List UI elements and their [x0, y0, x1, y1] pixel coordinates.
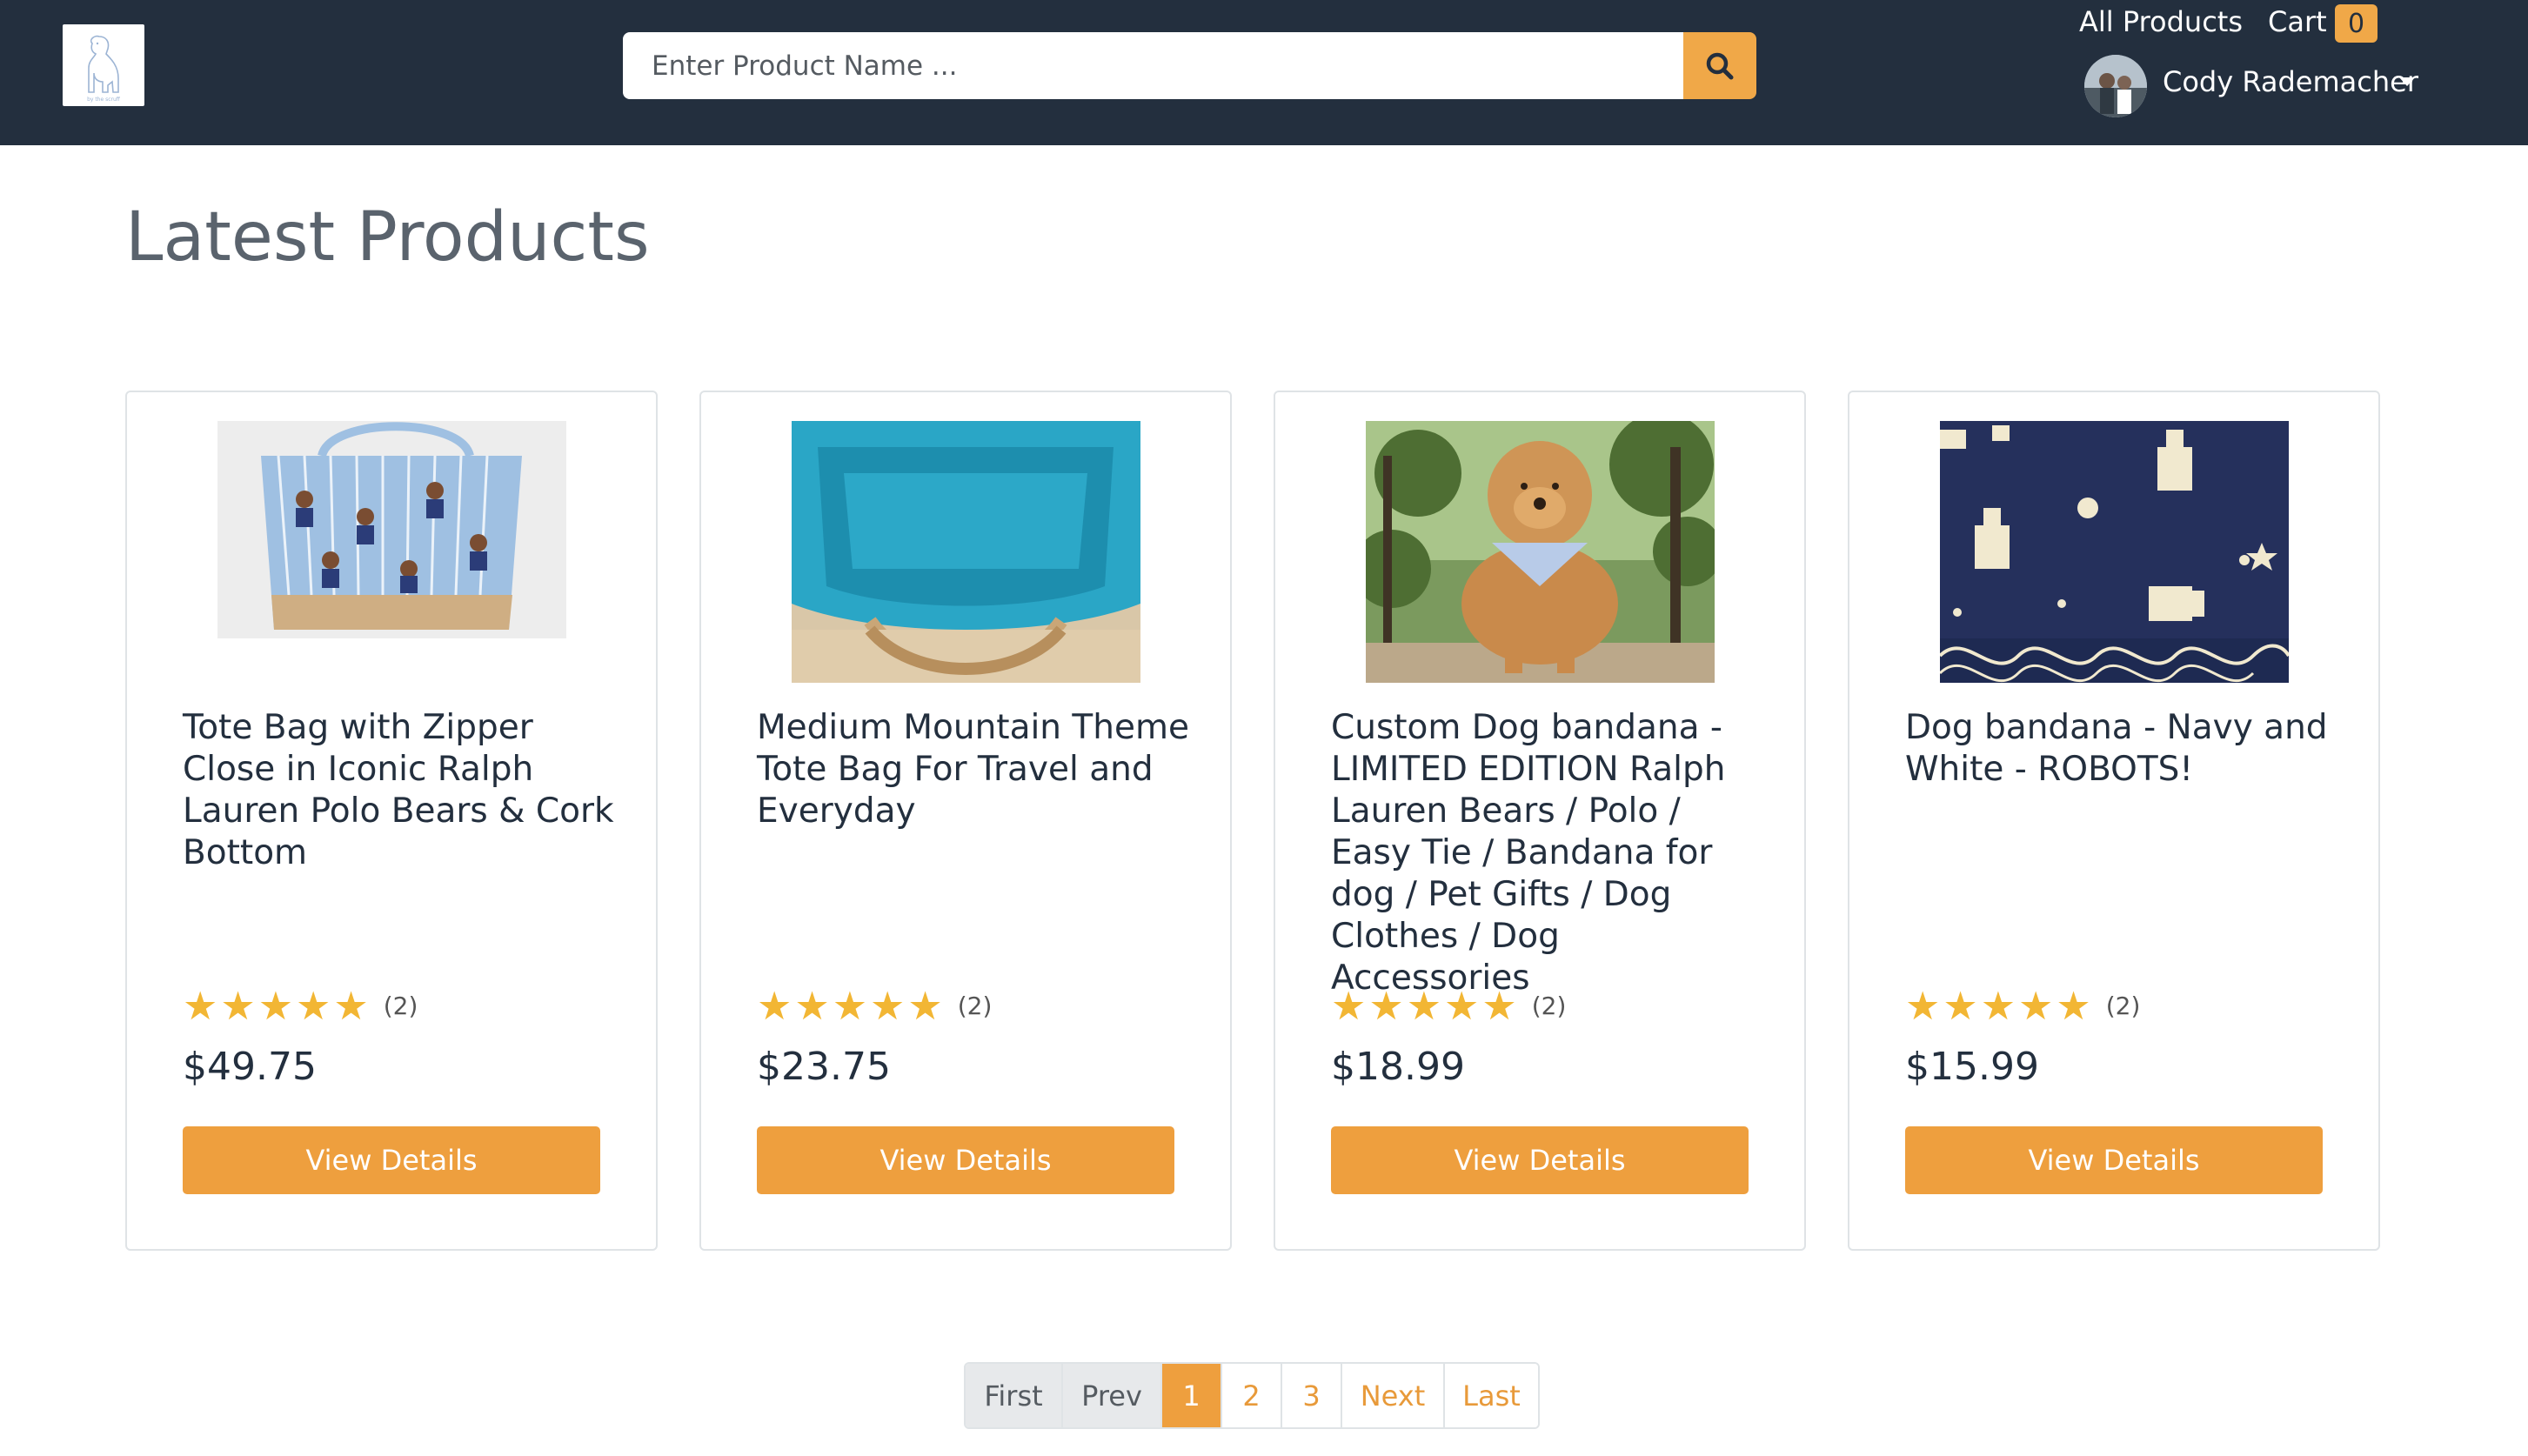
- view-details-button[interactable]: View Details: [183, 1126, 600, 1194]
- caret-down-icon[interactable]: [2399, 77, 2415, 86]
- star-icon: ★: [2056, 983, 2091, 1029]
- product-price: $23.75: [757, 1045, 891, 1089]
- review-count: (2): [383, 992, 418, 1020]
- product-price: $15.99: [1905, 1045, 2039, 1089]
- star-icon: ★: [257, 983, 294, 1029]
- product-image[interactable]: [792, 421, 1140, 683]
- pagination-last[interactable]: Last: [1445, 1364, 1538, 1427]
- pagination-page-1[interactable]: 1: [1162, 1364, 1222, 1427]
- pagination-prev: Prev: [1063, 1364, 1162, 1427]
- product-card: Dog bandana - Navy and White - ROBOTS! ★…: [1848, 391, 2380, 1251]
- star-icon: ★: [1905, 983, 1941, 1029]
- star-icon: ★: [1444, 983, 1480, 1029]
- product-image[interactable]: [1366, 421, 1715, 683]
- search-bar: [623, 32, 1756, 99]
- star-icon: ★: [1980, 983, 2016, 1029]
- product-card: Custom Dog bandana - LIMITED EDITION Ral…: [1274, 391, 1806, 1251]
- search-input[interactable]: [623, 32, 1683, 99]
- view-details-button[interactable]: View Details: [1331, 1126, 1749, 1194]
- review-count: (2): [1531, 992, 1567, 1020]
- star-icon: ★: [794, 983, 830, 1029]
- view-details-button[interactable]: View Details: [757, 1126, 1174, 1194]
- nav-all-products-link[interactable]: All Products: [2079, 5, 2243, 38]
- user-avatar[interactable]: [2084, 55, 2147, 117]
- product-image[interactable]: [1940, 421, 2289, 683]
- product-rating: ★ ★ ★ ★ ★ (2): [1331, 986, 1566, 1025]
- product-title[interactable]: Dog bandana - Navy and White - ROBOTS!: [1905, 707, 2340, 791]
- search-button[interactable]: [1683, 32, 1756, 99]
- star-icon: ★: [183, 983, 218, 1029]
- product-title[interactable]: Medium Mountain Theme Tote Bag For Trave…: [757, 707, 1192, 832]
- star-icon: ★: [870, 983, 906, 1029]
- star-icon: ★: [1481, 983, 1517, 1029]
- product-image[interactable]: [217, 421, 566, 683]
- star-icon: ★: [832, 983, 868, 1029]
- review-count: (2): [2105, 992, 2141, 1020]
- star-icon: ★: [907, 983, 943, 1029]
- pagination-next[interactable]: Next: [1342, 1364, 1445, 1427]
- svg-text:by the scruff: by the scruff: [87, 97, 121, 103]
- product-rating: ★ ★ ★ ★ ★ (2): [757, 986, 992, 1025]
- star-icon: ★: [757, 983, 793, 1029]
- product-rating: ★ ★ ★ ★ ★ (2): [183, 986, 418, 1025]
- view-details-button[interactable]: View Details: [1905, 1126, 2323, 1194]
- star-icon: ★: [1406, 983, 1442, 1029]
- user-menu-toggle[interactable]: Cody Rademacher: [2163, 65, 2418, 98]
- product-rating: ★ ★ ★ ★ ★ (2): [1905, 986, 2140, 1025]
- cart-count-badge[interactable]: 0: [2335, 4, 2378, 43]
- star-icon: ★: [1368, 983, 1404, 1029]
- pagination: First Prev 1 2 3 Next Last: [964, 1362, 1540, 1429]
- product-title[interactable]: Tote Bag with Zipper Close in Iconic Ral…: [183, 707, 618, 874]
- star-icon: ★: [1331, 983, 1367, 1029]
- star-icon: ★: [1943, 983, 1978, 1029]
- nav-cart-link[interactable]: Cart: [2268, 5, 2327, 38]
- product-title[interactable]: Custom Dog bandana - LIMITED EDITION Ral…: [1331, 707, 1766, 999]
- product-price: $18.99: [1331, 1045, 1465, 1089]
- star-icon: ★: [2018, 983, 2054, 1029]
- pagination-first: First: [966, 1364, 1063, 1427]
- navbar: by the scruff All Products Cart 0 Cody R…: [0, 0, 2528, 145]
- page-title: Latest Products: [125, 198, 650, 277]
- pagination-page-2[interactable]: 2: [1222, 1364, 1282, 1427]
- search-icon: [1706, 52, 1734, 79]
- pagination-page-3[interactable]: 3: [1282, 1364, 1342, 1427]
- product-card: Tote Bag with Zipper Close in Iconic Ral…: [125, 391, 658, 1251]
- product-card: Medium Mountain Theme Tote Bag For Trave…: [699, 391, 1232, 1251]
- star-icon: ★: [333, 983, 369, 1029]
- review-count: (2): [957, 992, 993, 1020]
- star-icon: ★: [220, 983, 256, 1029]
- star-icon: ★: [296, 983, 331, 1029]
- product-price: $49.75: [183, 1045, 317, 1089]
- brand-logo[interactable]: by the scruff: [63, 24, 144, 106]
